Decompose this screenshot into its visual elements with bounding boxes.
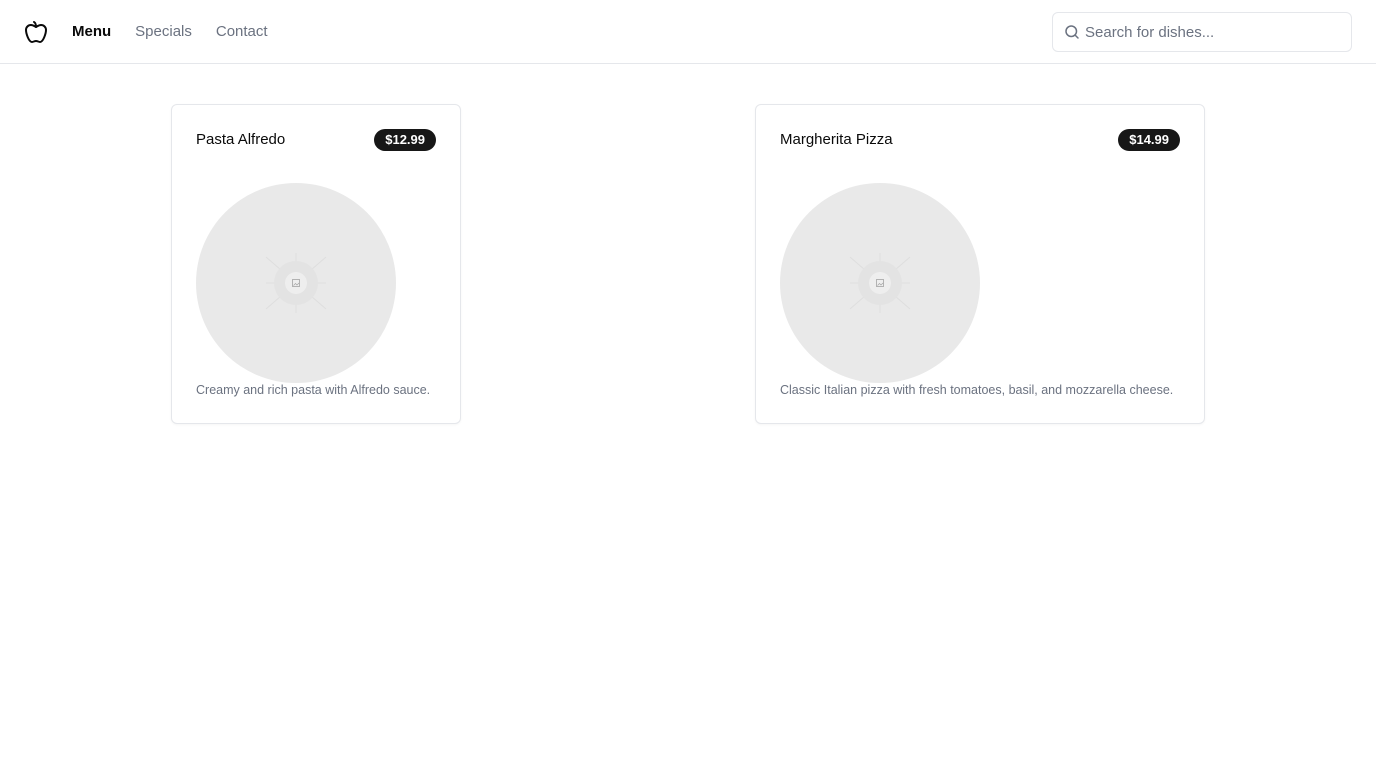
price-badge: $14.99 <box>1118 129 1180 151</box>
dish-image <box>196 183 396 383</box>
dish-card-margherita-pizza[interactable]: Margherita Pizza $14.99 Classic Italian … <box>755 104 1205 424</box>
nav-link-specials[interactable]: Specials <box>135 23 192 40</box>
top-navbar: Menu Specials Contact <box>0 0 1376 64</box>
apple-icon[interactable] <box>24 20 48 44</box>
dish-description: Classic Italian pizza with fresh tomatoe… <box>780 383 1174 397</box>
search-input[interactable] <box>1085 13 1343 51</box>
dish-name: Pasta Alfredo <box>196 131 286 148</box>
search-icon <box>1065 25 1079 39</box>
dish-image <box>780 183 980 383</box>
image-placeholder-icon <box>265 253 327 313</box>
main-nav: Menu Specials Contact <box>72 0 268 63</box>
search-box[interactable] <box>1052 12 1352 52</box>
dish-description: Creamy and rich pasta with Alfredo sauce… <box>196 383 431 397</box>
dish-name: Margherita Pizza <box>780 131 893 148</box>
image-placeholder-icon <box>849 253 911 313</box>
price-badge: $12.99 <box>374 129 436 151</box>
nav-link-menu[interactable]: Menu <box>72 23 111 40</box>
dish-card-pasta-alfredo[interactable]: Pasta Alfredo $12.99 Creamy and rich pas… <box>171 104 461 424</box>
nav-link-contact[interactable]: Contact <box>216 23 268 40</box>
